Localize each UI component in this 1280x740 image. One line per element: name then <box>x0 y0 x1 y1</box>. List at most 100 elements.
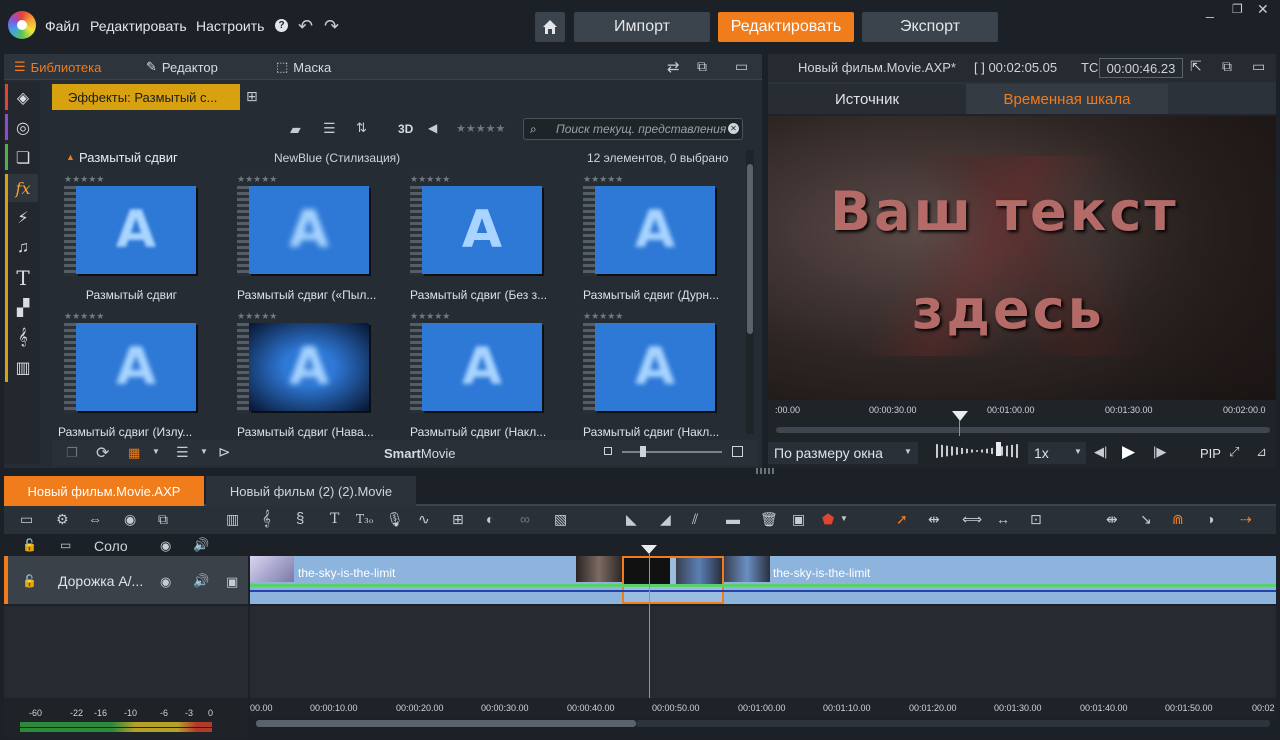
fit-dropdown[interactable]: По размеру окна <box>768 442 918 464</box>
collections-icon[interactable]: ❏ <box>8 144 38 172</box>
tab-source[interactable]: Источник <box>768 84 966 114</box>
insert-icon[interactable]: ↘ <box>1140 511 1152 528</box>
music-keys-icon[interactable]: ▥ <box>8 354 38 382</box>
menu-edit[interactable]: Редактировать <box>90 18 187 34</box>
copy-icon[interactable]: ❐ <box>66 445 78 461</box>
grid-view-icon[interactable]: ▦ <box>128 445 140 461</box>
title-icon[interactable]: T <box>8 264 38 292</box>
timeline-playhead-marker[interactable] <box>641 545 657 554</box>
grid-icon[interactable]: ⊞ <box>452 511 464 528</box>
smartmovie-button[interactable]: SmartMovie <box>384 446 456 461</box>
effect-card[interactable]: ★★★★★ A Размытый сдвиг (Излу... <box>58 311 234 441</box>
step-forward-icon[interactable]: |▶ <box>1153 444 1166 460</box>
lock-icon[interactable]: 🔓 <box>22 574 37 588</box>
ripple-icon[interactable]: ⇼ <box>1106 511 1118 528</box>
detach-icon[interactable]: ⧉ <box>697 58 707 75</box>
marker-icon[interactable]: ⬟ <box>822 511 834 528</box>
clear-search-icon[interactable]: ✕ <box>728 123 739 134</box>
disc-icon[interactable]: ◉ <box>124 511 136 528</box>
layout-icon[interactable]: ▭ <box>735 58 748 75</box>
lock-icon[interactable]: 🔓 <box>22 538 37 552</box>
music-icon[interactable]: ♫ <box>8 234 38 262</box>
menu-setup[interactable]: Настроить <box>196 18 264 34</box>
effect-card[interactable]: ★★★★★ A Размытый сдвиг (Дурн... <box>583 174 753 304</box>
export-frame-icon[interactable]: ⇱ <box>1190 58 1202 75</box>
scrollbar-thumb[interactable] <box>747 164 753 334</box>
score-icon[interactable]: 𝄞 <box>262 510 271 527</box>
playhead-marker[interactable] <box>952 411 968 421</box>
close-icon[interactable]: ✕ <box>1257 1 1269 18</box>
gear-icon[interactable]: ⚙ <box>56 511 69 528</box>
camera-icon[interactable]: ▣ <box>792 511 805 528</box>
chevron-down-icon[interactable]: ▼ <box>904 447 912 456</box>
sync-icon[interactable]: ⟳ <box>96 443 109 463</box>
magnet-icon[interactable]: ⋒ <box>1172 511 1184 528</box>
tab-project-active[interactable]: Новый фильм.Movie.AXP <box>4 476 204 506</box>
video-clip[interactable]: the-sky-is-the-limit <box>250 556 622 604</box>
align-icon[interactable]: ⇔ <box>88 511 102 527</box>
effects-breadcrumb-tab[interactable]: Эффекты: Размытый с... <box>52 84 240 110</box>
dynamic-length-icon[interactable]: ⇢ <box>1240 511 1252 528</box>
slider-handle[interactable] <box>640 446 646 457</box>
library-scrollbar[interactable] <box>746 150 754 434</box>
film-reel-icon[interactable]: ◎ <box>8 114 38 142</box>
voice-icon[interactable]: ◑ <box>1206 511 1214 527</box>
undo-icon[interactable]: ↶ <box>298 16 313 37</box>
eye-icon[interactable]: ◉ <box>160 574 171 590</box>
sort-icon[interactable]: ⇅ <box>356 120 367 136</box>
title-3d-icon[interactable]: T₃ₒ <box>356 512 373 526</box>
effect-card[interactable]: ★★★★★ A Размытый сдвиг (Нава... <box>237 311 407 441</box>
list-view-icon[interactable]: ☰ <box>323 120 336 137</box>
timeline-empty-area[interactable] <box>4 606 1276 698</box>
splitter-grip[interactable] <box>756 468 776 474</box>
track-name[interactable]: Дорожка А/... <box>58 573 143 589</box>
timeline-scrollbar-thumb[interactable] <box>256 720 636 727</box>
thumb-size-slider[interactable] <box>622 451 722 453</box>
tag-icon[interactable]: ◀ <box>428 121 437 135</box>
video-clip[interactable]: the-sky-is-the-limit <box>724 556 1276 604</box>
microphone-icon[interactable]: 🎙 <box>386 511 404 528</box>
minimize-icon[interactable]: _ <box>1206 2 1214 18</box>
audio-levels-icon[interactable]: ▥ <box>226 511 239 528</box>
effect-card[interactable]: ★★★★★ A Размытый сдвиг (Без з... <box>410 174 580 304</box>
transitions-icon[interactable]: ⚡ <box>8 204 38 232</box>
motion-icon[interactable]: ∿ <box>418 511 430 528</box>
pointer-icon[interactable]: ➚ <box>896 511 908 528</box>
edit-mode-button[interactable]: Редактировать <box>718 12 854 42</box>
swap-icon[interactable]: ⇄ <box>667 58 680 76</box>
restore-icon[interactable]: ❐ <box>1232 2 1243 16</box>
chevron-down-icon[interactable]: ▼ <box>152 447 160 456</box>
video-preview[interactable]: Ваш текст здесь <box>768 116 1276 400</box>
speaker-icon[interactable]: 🔊 <box>193 573 209 589</box>
home-button[interactable] <box>535 12 565 42</box>
list-icon[interactable]: ☰ <box>176 444 189 461</box>
speaker-icon[interactable]: 🔊 <box>193 537 209 553</box>
sound-effects-icon[interactable]: 𝄞 <box>8 324 38 352</box>
audio-ducking-icon[interactable]: § <box>296 510 304 527</box>
title-clip-selected[interactable] <box>622 556 724 604</box>
preview-scrub-track[interactable] <box>776 427 1270 433</box>
slip-icon[interactable]: ⟺ <box>962 511 982 528</box>
title-tool-icon[interactable]: T <box>330 511 339 527</box>
large-thumb-icon[interactable] <box>732 446 743 457</box>
effect-card[interactable]: ★★★★★ A Размытый сдвиг (Накл... <box>583 311 753 441</box>
preview-layout-icon[interactable]: ▭ <box>1252 58 1265 75</box>
export-button[interactable]: Экспорт <box>862 12 998 42</box>
razor-icon[interactable]: ⫽ <box>692 511 698 528</box>
detach-preview-icon[interactable]: ⧉ <box>1222 58 1232 75</box>
add-tab-icon[interactable]: ⊞ <box>246 88 258 105</box>
overlay-icon[interactable]: ⧉ <box>158 511 168 528</box>
chevron-down-icon[interactable]: ▼ <box>840 514 848 523</box>
chevron-down-icon[interactable]: ▼ <box>200 447 208 456</box>
redo-icon[interactable]: ↷ <box>324 16 339 37</box>
tab-editor[interactable]: ✎ Редактор <box>146 59 218 75</box>
chevron-down-icon[interactable]: ▼ <box>1074 447 1082 456</box>
crop-icon[interactable]: ⊿ <box>1256 444 1267 460</box>
solo-label[interactable]: Соло <box>94 538 128 554</box>
eye-icon[interactable]: ◉ <box>160 538 171 554</box>
effect-card[interactable]: ★★★★★ A Размытый сдвиг (Накл... <box>410 311 580 441</box>
marker-right-icon[interactable]: ◢ <box>660 511 671 528</box>
monitor-icon[interactable]: ▣ <box>226 574 238 590</box>
tab-timeline-preview[interactable]: Временная шкала <box>966 84 1168 114</box>
fullscreen-icon[interactable]: ⤢ <box>1229 444 1239 460</box>
